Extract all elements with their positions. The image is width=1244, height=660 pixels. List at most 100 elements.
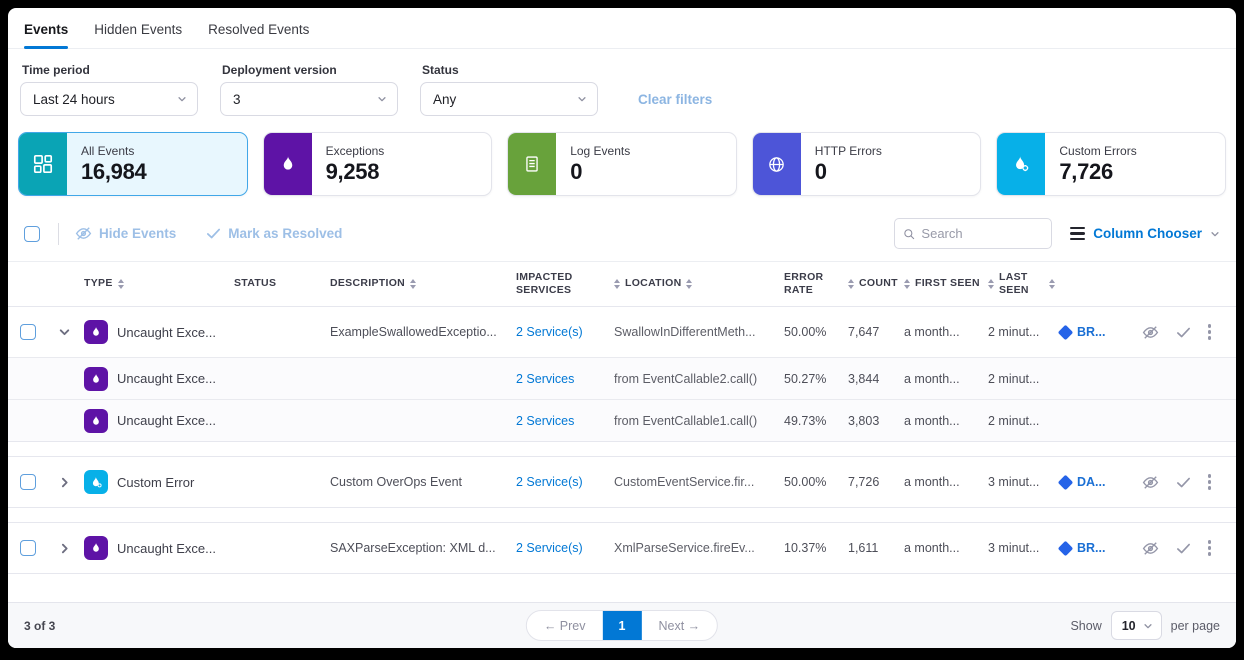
- next-page-button[interactable]: Next →: [641, 611, 717, 640]
- table-subrow: Uncaught Exce... 2 Services from EventCa…: [8, 399, 1236, 441]
- current-page-button[interactable]: 1: [603, 611, 642, 640]
- impacted-services-link[interactable]: 2 Services: [516, 414, 614, 428]
- flame-gear-icon: [997, 133, 1045, 195]
- filter-deployment-version: Deployment version 3: [220, 63, 398, 116]
- row-checkbox[interactable]: [20, 324, 36, 340]
- tab-bar: Events Hidden Events Resolved Events: [8, 8, 1236, 49]
- select-all-checkbox[interactable]: [24, 226, 40, 242]
- event-type-label: Custom Error: [117, 475, 194, 490]
- hide-row-icon[interactable]: [1142, 474, 1159, 491]
- chevron-down-icon: [1210, 229, 1220, 239]
- location-cell: from EventCallable2.call(): [614, 372, 784, 386]
- events-table: TYPE STATUS DESCRIPTION IMPACTED SERVICE…: [8, 261, 1236, 602]
- impacted-services-link[interactable]: 2 Service(s): [516, 541, 614, 555]
- card-log-events[interactable]: Log Events 0: [507, 132, 737, 196]
- row-menu-icon[interactable]: [1208, 540, 1211, 555]
- table-subrow: Uncaught Exce... 2 Services from EventCa…: [8, 357, 1236, 399]
- event-type-label: Uncaught Exce...: [117, 413, 216, 428]
- row-checkbox[interactable]: [20, 540, 36, 556]
- event-type-label: Uncaught Exce...: [117, 541, 216, 556]
- impacted-services-link[interactable]: 2 Services: [516, 372, 614, 386]
- card-label: All Events: [81, 144, 147, 158]
- location-cell: CustomEventService.fir...: [614, 475, 784, 489]
- sort-icon[interactable]: [1049, 279, 1055, 290]
- header-status: STATUS: [234, 277, 330, 290]
- row-checkbox[interactable]: [20, 474, 36, 490]
- header-first-seen[interactable]: FIRST SEEN: [904, 277, 988, 290]
- header-error-rate: ERROR RATE: [784, 271, 848, 297]
- card-exceptions[interactable]: Exceptions 9,258: [263, 132, 493, 196]
- sort-icon[interactable]: [686, 279, 692, 290]
- ticket-label: DA...: [1077, 475, 1105, 489]
- description-cell[interactable]: SAXParseException: XML d...: [330, 541, 516, 555]
- last-seen-cell: 3 minut...: [988, 541, 1060, 555]
- sort-icon[interactable]: [848, 279, 854, 290]
- page-size-value: 10: [1122, 619, 1136, 633]
- column-chooser-button[interactable]: Column Chooser: [1070, 226, 1220, 241]
- table-header-row: TYPE STATUS DESCRIPTION IMPACTED SERVICE…: [8, 261, 1236, 307]
- clear-filters-button[interactable]: Clear filters: [638, 92, 712, 107]
- count-cell: 3,844: [848, 372, 904, 386]
- document-icon: [508, 133, 556, 195]
- status-select[interactable]: Any: [420, 82, 598, 116]
- table-row: Uncaught Exce... SAXParseException: XML …: [8, 523, 1236, 573]
- description-cell[interactable]: Custom OverOps Event: [330, 475, 516, 489]
- hide-row-icon[interactable]: [1142, 324, 1159, 341]
- count-cell: 7,647: [848, 325, 904, 339]
- search-input[interactable]: [921, 226, 1043, 241]
- time-period-select[interactable]: Last 24 hours: [20, 82, 198, 116]
- filter-time-period: Time period Last 24 hours: [20, 63, 198, 116]
- tab-events[interactable]: Events: [24, 22, 68, 48]
- expand-row-chevron[interactable]: [58, 542, 84, 555]
- header-type[interactable]: TYPE: [84, 277, 234, 290]
- toolbar-divider: [58, 223, 59, 245]
- flame-icon: [84, 536, 108, 560]
- card-label: Custom Errors: [1059, 144, 1136, 158]
- first-seen-cell: a month...: [904, 372, 988, 386]
- row-menu-icon[interactable]: [1208, 324, 1211, 339]
- card-custom-errors[interactable]: Custom Errors 7,726: [996, 132, 1226, 196]
- tab-resolved-events[interactable]: Resolved Events: [208, 22, 309, 48]
- sort-icon[interactable]: [904, 279, 910, 290]
- sort-icon[interactable]: [410, 279, 416, 290]
- ticket-link[interactable]: BR...: [1060, 325, 1128, 339]
- deployment-version-select[interactable]: 3: [220, 82, 398, 116]
- tab-hidden-events[interactable]: Hidden Events: [94, 22, 182, 48]
- prev-page-button[interactable]: ← Prev: [527, 611, 603, 640]
- first-seen-cell: a month...: [904, 325, 988, 339]
- description-cell[interactable]: ExampleSwallowedExceptio...: [330, 325, 516, 339]
- table-footer: 3 of 3 ← Prev 1 Next → Show 10 per page: [8, 602, 1236, 648]
- header-last-seen[interactable]: LAST SEEN: [988, 271, 1060, 297]
- chevron-right-icon: [58, 542, 71, 555]
- page-size-select[interactable]: 10: [1111, 611, 1162, 640]
- sort-icon[interactable]: [988, 279, 994, 290]
- card-all-events[interactable]: All Events 16,984: [18, 132, 248, 196]
- resolve-row-icon[interactable]: [1176, 475, 1191, 490]
- row-menu-icon[interactable]: [1208, 474, 1211, 489]
- chevron-down-icon: [58, 326, 71, 339]
- card-http-errors[interactable]: HTTP Errors 0: [752, 132, 982, 196]
- header-location[interactable]: LOCATION: [614, 277, 784, 290]
- mark-resolved-button[interactable]: Mark as Resolved: [206, 226, 342, 241]
- ticket-link[interactable]: BR...: [1060, 541, 1128, 555]
- jira-diamond-icon: [1058, 324, 1074, 340]
- deployment-version-value: 3: [233, 92, 241, 107]
- last-seen-cell: 2 minut...: [988, 325, 1060, 339]
- expand-row-chevron[interactable]: [58, 476, 84, 489]
- impacted-services-link[interactable]: 2 Service(s): [516, 325, 614, 339]
- first-seen-cell: a month...: [904, 475, 988, 489]
- ticket-link[interactable]: DA...: [1060, 475, 1128, 489]
- header-description[interactable]: DESCRIPTION: [330, 277, 516, 290]
- resolve-row-icon[interactable]: [1176, 325, 1191, 340]
- sort-icon[interactable]: [118, 279, 124, 290]
- location-cell: from EventCallable1.call(): [614, 414, 784, 428]
- sort-icon[interactable]: [614, 279, 620, 290]
- hide-events-button[interactable]: Hide Events: [75, 225, 176, 242]
- header-count[interactable]: COUNT: [848, 277, 904, 290]
- event-type-cell: Custom Error: [84, 470, 234, 494]
- hide-row-icon[interactable]: [1142, 540, 1159, 557]
- collapse-row-chevron[interactable]: [58, 326, 84, 339]
- resolve-row-icon[interactable]: [1176, 541, 1191, 556]
- check-icon: [206, 226, 221, 241]
- impacted-services-link[interactable]: 2 Service(s): [516, 475, 614, 489]
